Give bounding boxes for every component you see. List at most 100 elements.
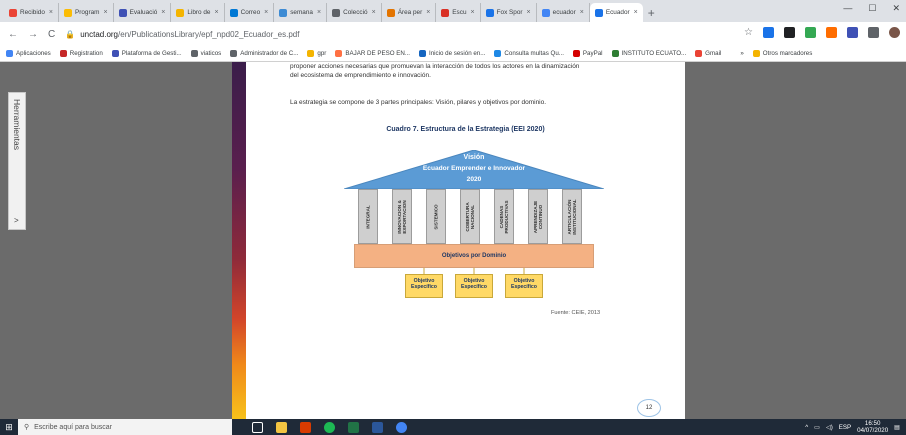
back-button[interactable]: ← xyxy=(8,29,18,40)
extension-icon[interactable] xyxy=(868,27,879,38)
bookmark-item[interactable]: viaticos xyxy=(190,50,221,57)
pillar-label: ARTICULACIÓN INSTITUCIONAL xyxy=(567,198,577,235)
close-tab-icon[interactable]: × xyxy=(372,9,376,16)
bookmark-item[interactable]: INSTITUTO ECUATO... xyxy=(611,50,686,57)
extension-icon[interactable] xyxy=(847,27,858,38)
decorative-stripe xyxy=(232,62,246,419)
windows-start-icon[interactable]: ⊞ xyxy=(0,419,18,435)
spotify-icon[interactable] xyxy=(324,421,335,433)
word-icon[interactable] xyxy=(372,421,383,433)
domain-objectives-base: Objetivos por Dominio xyxy=(354,244,594,268)
taskbar-apps xyxy=(252,421,407,433)
tab-label: ecuador xyxy=(552,9,576,16)
browser-tab[interactable]: Evaluació × xyxy=(114,3,172,22)
tab-favicon-icon xyxy=(485,8,494,17)
tab-label: Evaluació xyxy=(129,9,158,16)
office-icon[interactable] xyxy=(300,421,311,433)
notifications-icon[interactable]: ▤ xyxy=(894,424,900,431)
bookmark-item[interactable]: Gmail xyxy=(695,50,721,57)
bookmark-icon xyxy=(6,50,13,57)
extension-icon[interactable] xyxy=(763,27,774,38)
pillar: COBERTURA NACIONAL xyxy=(460,189,480,244)
bookmark-label: Gmail xyxy=(705,50,722,57)
bookmark-item[interactable]: BAJAR DE PESO EN... xyxy=(335,50,410,57)
new-tab-button[interactable]: + xyxy=(648,3,655,22)
forward-button[interactable]: → xyxy=(28,29,38,40)
bookmark-item[interactable]: Plataforma de Gesti... xyxy=(111,50,182,57)
clock[interactable]: 16:50 04/07/2020 xyxy=(857,420,888,434)
extension-icon[interactable] xyxy=(805,27,816,38)
browser-tab[interactable]: Fox Spor × xyxy=(481,3,537,22)
tab-favicon-icon xyxy=(386,8,395,17)
close-tab-icon[interactable]: × xyxy=(103,9,107,16)
chrome-icon[interactable] xyxy=(396,421,407,433)
bookmark-icon xyxy=(730,50,738,57)
close-button[interactable]: ✕ xyxy=(892,3,900,14)
close-tab-icon[interactable]: × xyxy=(49,9,53,16)
bookmark-icon xyxy=(695,50,703,57)
close-tab-icon[interactable]: × xyxy=(580,9,584,16)
bookmark-icon xyxy=(190,50,198,57)
close-tab-icon[interactable]: × xyxy=(527,9,531,16)
bookmark-icon xyxy=(111,50,119,57)
maximize-button[interactable]: ☐ xyxy=(868,3,876,14)
browser-tab[interactable]: Correo × xyxy=(225,3,275,22)
bookmark-item[interactable]: Administrador de C... xyxy=(230,50,298,57)
extension-icon[interactable] xyxy=(784,27,795,38)
browser-tab[interactable]: semana × xyxy=(274,3,328,22)
bookmark-item[interactable]: Otros marcadores xyxy=(752,50,813,57)
close-tab-icon[interactable]: × xyxy=(215,9,219,16)
bookmark-icon xyxy=(307,50,315,57)
taskbar-search[interactable]: ⚲ Escribe aquí para buscar xyxy=(18,419,232,435)
close-tab-icon[interactable]: × xyxy=(634,9,638,16)
bookmark-item[interactable]: » xyxy=(730,50,744,57)
profile-avatar[interactable] xyxy=(889,27,900,38)
close-tab-icon[interactable]: × xyxy=(426,9,430,16)
task-view-icon[interactable] xyxy=(252,421,263,433)
close-tab-icon[interactable]: × xyxy=(161,9,165,16)
browser-tab[interactable]: Área per × xyxy=(382,3,437,22)
chevron-right-icon[interactable]: > xyxy=(14,216,19,225)
extension-icon[interactable] xyxy=(826,27,837,38)
browser-tab[interactable]: ecuador × xyxy=(537,3,590,22)
browser-tab[interactable]: Libro de × xyxy=(171,3,225,22)
tab-favicon-icon xyxy=(541,8,550,17)
language-indicator[interactable]: ESP xyxy=(839,424,851,431)
url-field[interactable]: 🔒 unctad.org/en/PublicationsLibrary/epf_… xyxy=(65,30,299,39)
vision-year: 2020 xyxy=(466,176,482,183)
bookmark-label: Inicio de sesión en... xyxy=(429,50,486,57)
tab-label: Libro de xyxy=(187,9,211,16)
browser-tab[interactable]: Recibido × xyxy=(4,3,59,22)
page-number: 12 xyxy=(637,399,661,417)
bookmark-item[interactable]: gpr xyxy=(307,50,326,57)
file-explorer-icon[interactable] xyxy=(276,421,287,433)
close-tab-icon[interactable]: × xyxy=(264,9,268,16)
bookmark-item[interactable]: PayPal xyxy=(572,50,603,57)
bookmark-label: Otros marcadores xyxy=(762,50,813,57)
chevron-up-icon[interactable]: ^ xyxy=(805,424,808,431)
excel-icon[interactable] xyxy=(348,421,359,433)
browser-tab[interactable]: Colecció × xyxy=(327,3,382,22)
figure-source: Fuente: CEIE, 2013 xyxy=(551,310,601,316)
paragraph-line: del ecosistema de emprendimiento e innov… xyxy=(290,72,431,79)
network-icon[interactable]: ▭ xyxy=(814,424,820,431)
browser-tab[interactable]: Escu × xyxy=(436,3,481,22)
reload-button[interactable]: C xyxy=(48,29,55,40)
close-tab-icon[interactable]: × xyxy=(317,9,321,16)
bookmark-item[interactable]: Registration xyxy=(59,50,103,57)
bookmark-item[interactable]: Aplicaciones xyxy=(6,50,51,57)
bookmark-item[interactable]: Consulta multas Qu... xyxy=(494,50,564,57)
close-tab-icon[interactable]: × xyxy=(471,9,475,16)
browser-tab[interactable]: Ecuador × xyxy=(589,3,643,22)
tools-side-panel[interactable]: Herramientas > xyxy=(8,92,26,230)
minimize-button[interactable]: — xyxy=(843,3,852,14)
bookmark-icon xyxy=(335,50,343,57)
tab-label: Fox Spor xyxy=(496,9,523,16)
tab-label: Recibido xyxy=(20,9,45,16)
bookmark-star-icon[interactable]: ☆ xyxy=(744,27,753,38)
vision-name: Ecuador Emprender e Innovador xyxy=(422,165,526,172)
volume-icon[interactable]: ◁) xyxy=(826,424,833,431)
browser-tab[interactable]: Program × xyxy=(59,3,114,22)
tab-favicon-icon xyxy=(229,8,238,17)
bookmark-item[interactable]: Inicio de sesión en... xyxy=(419,50,485,57)
